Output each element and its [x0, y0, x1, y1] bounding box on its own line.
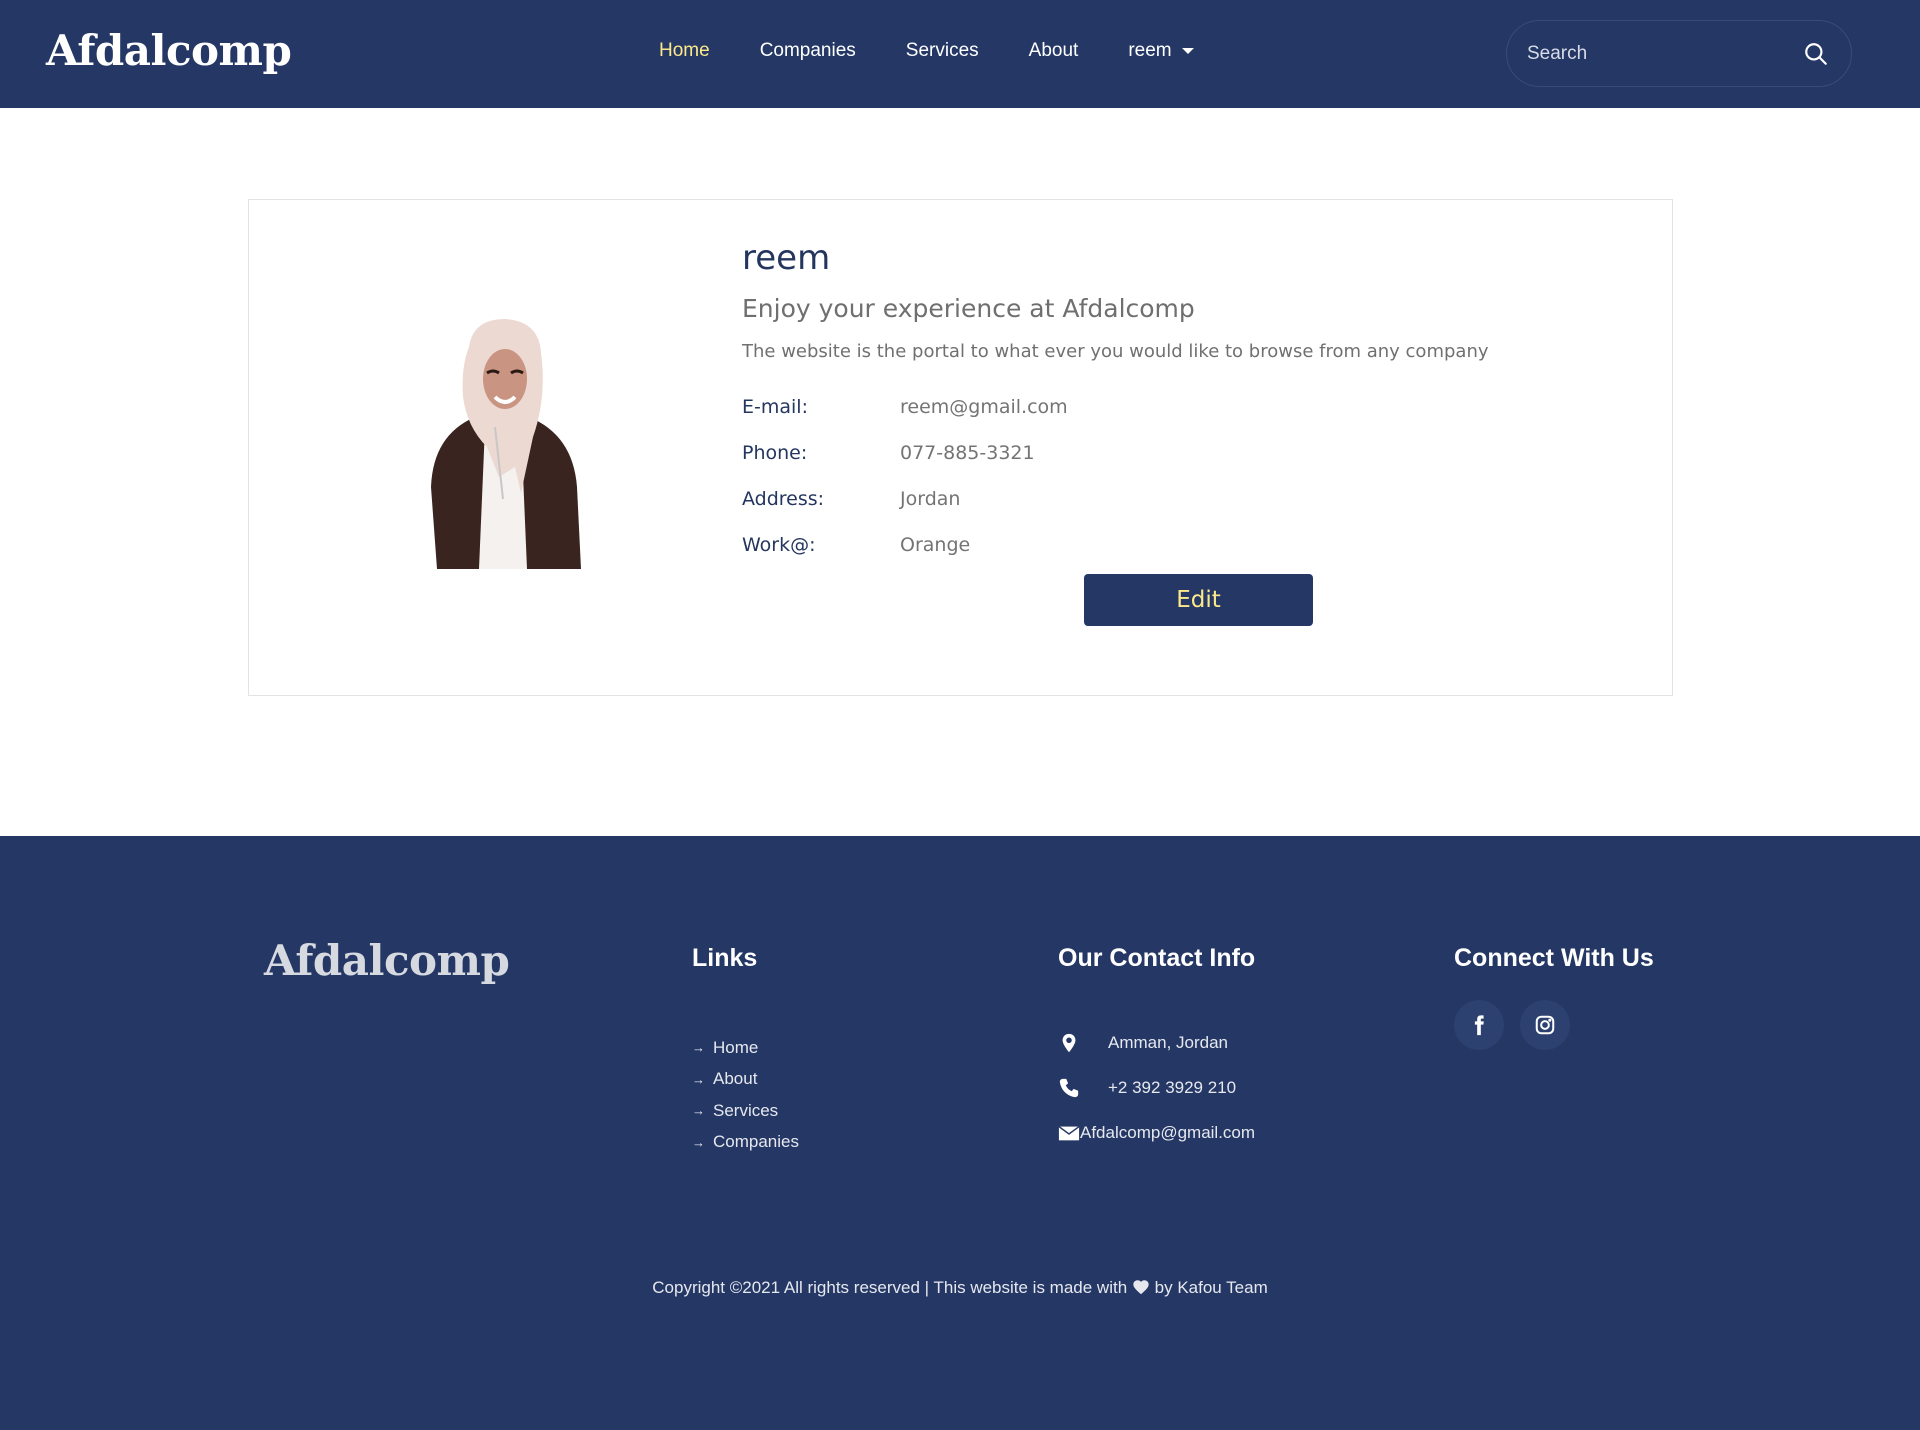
footer-link-about[interactable]: → About	[692, 1064, 799, 1096]
work-value: Orange	[900, 534, 971, 556]
phone-value: 077-885-3321	[900, 442, 1035, 464]
footer-link-home[interactable]: → Home	[692, 1032, 799, 1064]
copyright-text-start: Copyright ©2021 All rights reserved | Th…	[652, 1278, 1128, 1297]
email-label: E-mail:	[742, 396, 808, 418]
contact-email-text[interactable]: Afdalcomp@gmail.com	[1080, 1123, 1255, 1143]
heart-icon	[1133, 1280, 1149, 1295]
email-value: reem@gmail.com	[900, 396, 1068, 418]
search-input[interactable]	[1527, 21, 1797, 86]
search-icon[interactable]	[1803, 41, 1829, 67]
contact-phone-text: +2 392 3929 210	[1108, 1078, 1237, 1097]
email-row: E-mail: reem@gmail.com	[742, 396, 1068, 418]
phone-row: Phone: 077-885-3321	[742, 442, 1035, 464]
profile-name: reem	[742, 238, 831, 278]
arrow-right-icon: →	[692, 1103, 705, 1119]
footer-link-companies[interactable]: → Companies	[692, 1127, 799, 1159]
links-heading: Links	[692, 944, 758, 972]
arrow-right-icon: →	[692, 1134, 705, 1150]
facebook-button[interactable]	[1454, 1000, 1504, 1050]
phone-icon	[1059, 1078, 1079, 1098]
profile-card: reem Enjoy your experience at Afdalcomp …	[248, 199, 1673, 696]
profile-tagline: Enjoy your experience at Afdalcomp	[742, 294, 1195, 323]
profile-description: The website is the portal to what ever y…	[742, 341, 1489, 362]
edit-button[interactable]: Edit	[1084, 574, 1313, 626]
phone-label: Phone:	[742, 442, 808, 464]
arrow-right-icon: →	[692, 1040, 705, 1056]
search-box	[1506, 20, 1852, 87]
user-menu-dropdown[interactable]: reem	[1128, 40, 1194, 62]
user-menu-label: reem	[1128, 40, 1172, 61]
map-pin-icon	[1062, 1033, 1076, 1053]
address-value: Jordan	[900, 488, 961, 510]
contact-phone: +2 392 3929 210	[1058, 1077, 1236, 1099]
address-label: Address:	[742, 488, 825, 510]
contact-heading: Our Contact Info	[1058, 944, 1256, 972]
footer-logo[interactable]: Afdalcomp	[264, 936, 510, 985]
main-nav: Home Companies Services About reem	[659, 40, 1194, 62]
footer-link-label: Companies	[713, 1132, 799, 1152]
arrow-right-icon: →	[692, 1071, 705, 1087]
connect-heading: Connect With Us	[1454, 944, 1654, 972]
chevron-down-icon	[1181, 48, 1194, 54]
instagram-button[interactable]	[1520, 1000, 1570, 1050]
brand-logo[interactable]: Afdalcomp	[46, 26, 292, 75]
instagram-icon	[1535, 1015, 1555, 1035]
footer-link-label: Home	[713, 1037, 759, 1057]
contact-address: Amman, Jordan	[1058, 1032, 1228, 1054]
copyright-text-end: by Kafou Team	[1154, 1278, 1268, 1297]
contact-address-text: Amman, Jordan	[1108, 1033, 1228, 1052]
footer-links: → Home → About → Services → Companies	[692, 1032, 799, 1158]
copyright: Copyright ©2021 All rights reserved | Th…	[0, 1278, 1920, 1298]
facebook-icon	[1474, 1015, 1484, 1036]
address-row: Address: Jordan	[742, 488, 960, 510]
envelope-icon	[1058, 1125, 1080, 1141]
work-row: Work@: Orange	[742, 534, 970, 556]
contact-email: Afdalcomp@gmail.com	[1058, 1122, 1255, 1144]
nav-link-services[interactable]: Services	[906, 40, 979, 62]
footer-link-services[interactable]: → Services	[692, 1095, 799, 1127]
profile-photo	[431, 319, 581, 569]
footer: Afdalcomp Links → Home → About → Services →…	[0, 836, 1920, 1430]
work-label: Work@:	[742, 534, 816, 556]
footer-link-label: Services	[713, 1100, 779, 1120]
nav-link-companies[interactable]: Companies	[760, 40, 856, 62]
nav-link-home[interactable]: Home	[659, 40, 710, 62]
navbar: Afdalcomp Home Companies Services About …	[0, 0, 1920, 108]
nav-link-about[interactable]: About	[1029, 40, 1079, 62]
footer-link-label: About	[713, 1069, 758, 1089]
